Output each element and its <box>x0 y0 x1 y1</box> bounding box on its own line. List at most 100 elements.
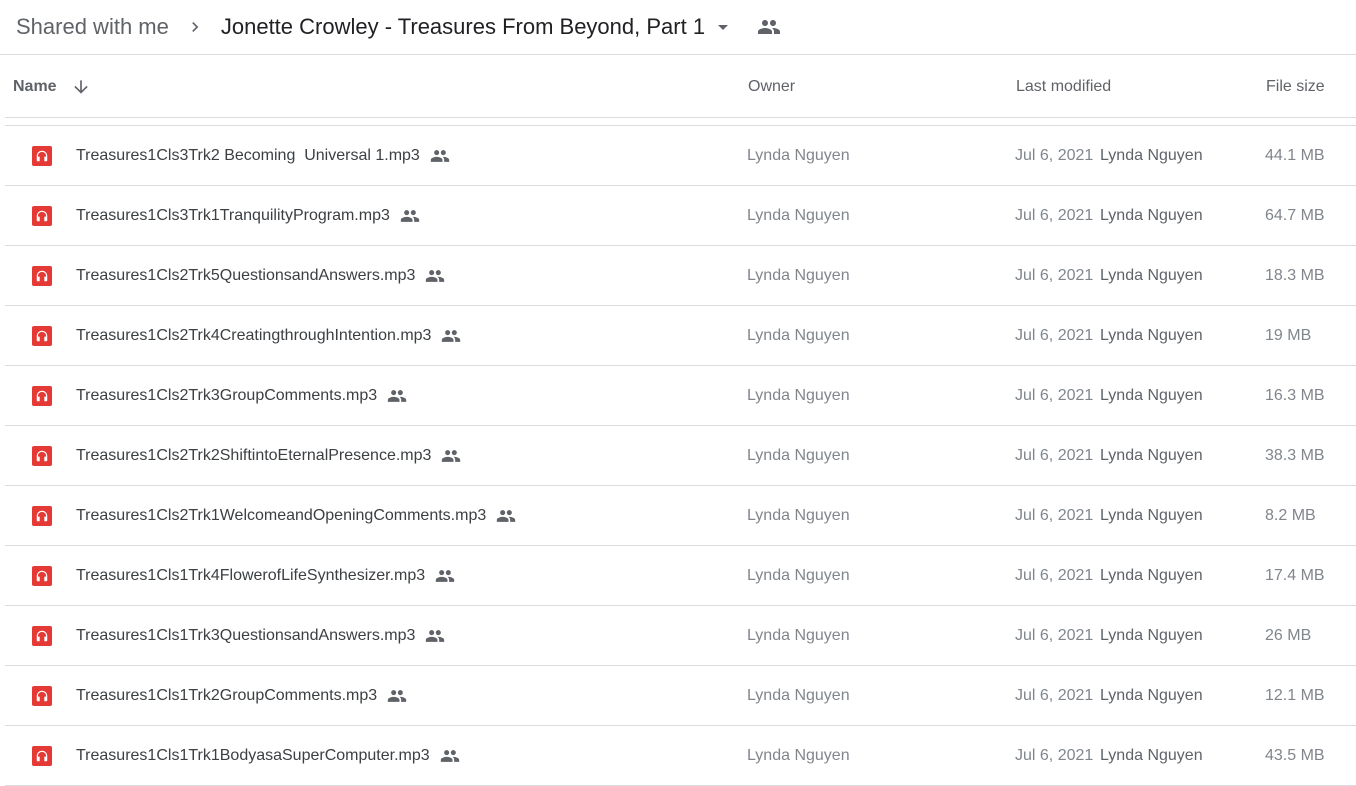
breadcrumb-current-folder[interactable]: Jonette Crowley - Treasures From Beyond,… <box>221 14 705 40</box>
file-name: Treasures1Cls1Trk1BodyasaSuperComputer.m… <box>76 726 460 785</box>
file-name-text: Treasures1Cls2Trk5QuestionsandAnswers.mp… <box>76 266 416 284</box>
file-modified-by: Lynda Nguyen <box>1100 326 1203 344</box>
file-modified-date: Jul 6, 2021 <box>1015 506 1094 524</box>
file-name: Treasures1Cls1Trk2GroupComments.mp3 <box>76 666 407 725</box>
file-size: 17.4 MB <box>1265 566 1325 584</box>
file-row[interactable]: Treasures1Cls2Trk5QuestionsandAnswers.mp… <box>5 246 1356 306</box>
file-modified-by: Lynda Nguyen <box>1100 206 1203 224</box>
file-owner: Lynda Nguyen <box>747 626 850 644</box>
column-header-last-modified[interactable]: Last modified <box>1016 56 1111 118</box>
file-name-text: Treasures1Cls1Trk3QuestionsandAnswers.mp… <box>76 626 416 644</box>
file-size: 44.1 MB <box>1265 146 1325 164</box>
file-owner: Lynda Nguyen <box>747 386 850 404</box>
file-size: 38.3 MB <box>1265 446 1325 464</box>
file-modified-date: Jul 6, 2021 <box>1015 566 1094 584</box>
file-name-text: Treasures1Cls2Trk1WelcomeandOpeningComme… <box>76 506 487 524</box>
file-name: Treasures1Cls3Trk1TranquilityProgram.mp3 <box>76 186 420 245</box>
file-row[interactable]: Treasures1Cls2Trk3GroupComments.mp3 Lynd… <box>5 366 1356 426</box>
breadcrumb-shared-with-me[interactable]: Shared with me <box>16 14 169 40</box>
file-modified-by: Lynda Nguyen <box>1100 566 1203 584</box>
people-icon <box>435 566 455 586</box>
file-row[interactable]: Treasures1Cls3Trk2 Becoming Universal 1.… <box>5 126 1356 186</box>
audio-file-icon <box>32 746 52 766</box>
file-modified-date: Jul 6, 2021 <box>1015 626 1094 644</box>
file-owner: Lynda Nguyen <box>747 446 850 464</box>
file-name-text: Treasures1Cls1Trk1BodyasaSuperComputer.m… <box>76 746 430 764</box>
file-owner: Lynda Nguyen <box>747 746 850 764</box>
audio-file-icon <box>32 506 52 526</box>
file-list: Treasures1Cls3Trk2 Becoming Universal 1.… <box>5 125 1356 786</box>
people-icon <box>387 386 407 406</box>
file-modified-date: Jul 6, 2021 <box>1015 206 1094 224</box>
column-header-file-size[interactable]: File size <box>1266 56 1325 118</box>
file-size: 16.3 MB <box>1265 386 1325 404</box>
people-icon <box>440 746 460 766</box>
audio-file-icon <box>32 446 52 466</box>
file-modified-by: Lynda Nguyen <box>1100 686 1203 704</box>
people-icon <box>496 506 516 526</box>
file-row[interactable]: Treasures1Cls2Trk2ShiftintoEternalPresen… <box>5 426 1356 486</box>
column-header-owner[interactable]: Owner <box>748 56 795 118</box>
file-name: Treasures1Cls1Trk3QuestionsandAnswers.mp… <box>76 606 445 665</box>
people-icon <box>757 15 781 39</box>
people-icon <box>400 206 420 226</box>
file-owner: Lynda Nguyen <box>747 566 850 584</box>
file-modified-date: Jul 6, 2021 <box>1015 386 1094 404</box>
file-modified-by: Lynda Nguyen <box>1100 446 1203 464</box>
file-size: 12.1 MB <box>1265 686 1325 704</box>
people-icon <box>430 146 450 166</box>
file-name: Treasures1Cls2Trk2ShiftintoEternalPresen… <box>76 426 461 485</box>
file-owner: Lynda Nguyen <box>747 206 850 224</box>
file-modified-by: Lynda Nguyen <box>1100 506 1203 524</box>
file-row[interactable]: Treasures1Cls2Trk4CreatingthroughIntenti… <box>5 306 1356 366</box>
file-modified-date: Jul 6, 2021 <box>1015 686 1094 704</box>
file-name: Treasures1Cls2Trk4CreatingthroughIntenti… <box>76 306 461 365</box>
file-owner: Lynda Nguyen <box>747 146 850 164</box>
arrow-down-icon[interactable] <box>71 77 91 97</box>
audio-file-icon <box>32 566 52 586</box>
file-size: 18.3 MB <box>1265 266 1325 284</box>
file-owner: Lynda Nguyen <box>747 266 850 284</box>
file-modified-by: Lynda Nguyen <box>1100 266 1203 284</box>
arrow-drop-down-icon[interactable] <box>711 15 735 39</box>
file-modified-date: Jul 6, 2021 <box>1015 746 1094 764</box>
file-size: 26 MB <box>1265 626 1312 644</box>
people-icon <box>441 326 461 346</box>
file-name-text: Treasures1Cls2Trk3GroupComments.mp3 <box>76 386 378 404</box>
file-name: Treasures1Cls3Trk2 Becoming Universal 1.… <box>76 126 450 185</box>
column-header-name[interactable]: Name <box>13 56 91 118</box>
people-icon <box>387 686 407 706</box>
file-name-text: Treasures1Cls1Trk2GroupComments.mp3 <box>76 686 378 704</box>
file-modified-by: Lynda Nguyen <box>1100 146 1203 164</box>
audio-file-icon <box>32 386 52 406</box>
file-name-text: Treasures1Cls1Trk4FlowerofLifeSynthesize… <box>76 566 426 584</box>
audio-file-icon <box>32 206 52 226</box>
chevron-right-icon <box>185 17 205 37</box>
file-modified-by: Lynda Nguyen <box>1100 386 1203 404</box>
file-row[interactable]: Treasures1Cls2Trk1WelcomeandOpeningComme… <box>5 486 1356 546</box>
file-modified-by: Lynda Nguyen <box>1100 626 1203 644</box>
file-modified-date: Jul 6, 2021 <box>1015 326 1094 344</box>
file-row[interactable]: Treasures1Cls1Trk2GroupComments.mp3 Lynd… <box>5 666 1356 726</box>
audio-file-icon <box>32 626 52 646</box>
file-modified-date: Jul 6, 2021 <box>1015 446 1094 464</box>
people-icon <box>425 626 445 646</box>
file-row[interactable]: Treasures1Cls3Trk1TranquilityProgram.mp3… <box>5 186 1356 246</box>
people-icon <box>425 266 445 286</box>
audio-file-icon <box>32 686 52 706</box>
file-row[interactable]: Treasures1Cls1Trk4FlowerofLifeSynthesize… <box>5 546 1356 606</box>
file-modified-date: Jul 6, 2021 <box>1015 266 1094 284</box>
file-name-text: Treasures1Cls3Trk2 Becoming Universal 1.… <box>76 146 420 164</box>
people-icon <box>441 446 461 466</box>
file-row[interactable]: Treasures1Cls1Trk3QuestionsandAnswers.mp… <box>5 606 1356 666</box>
file-size: 64.7 MB <box>1265 206 1325 224</box>
audio-file-icon <box>32 326 52 346</box>
file-name-text: Treasures1Cls3Trk1TranquilityProgram.mp3 <box>76 206 390 224</box>
file-name-text: Treasures1Cls2Trk2ShiftintoEternalPresen… <box>76 446 432 464</box>
file-modified-by: Lynda Nguyen <box>1100 746 1203 764</box>
audio-file-icon <box>32 266 52 286</box>
file-row[interactable]: Treasures1Cls1Trk1BodyasaSuperComputer.m… <box>5 726 1356 786</box>
column-header-row: Name Owner Last modified File size <box>5 56 1356 118</box>
file-size: 19 MB <box>1265 326 1312 344</box>
file-name: Treasures1Cls2Trk5QuestionsandAnswers.mp… <box>76 246 445 305</box>
